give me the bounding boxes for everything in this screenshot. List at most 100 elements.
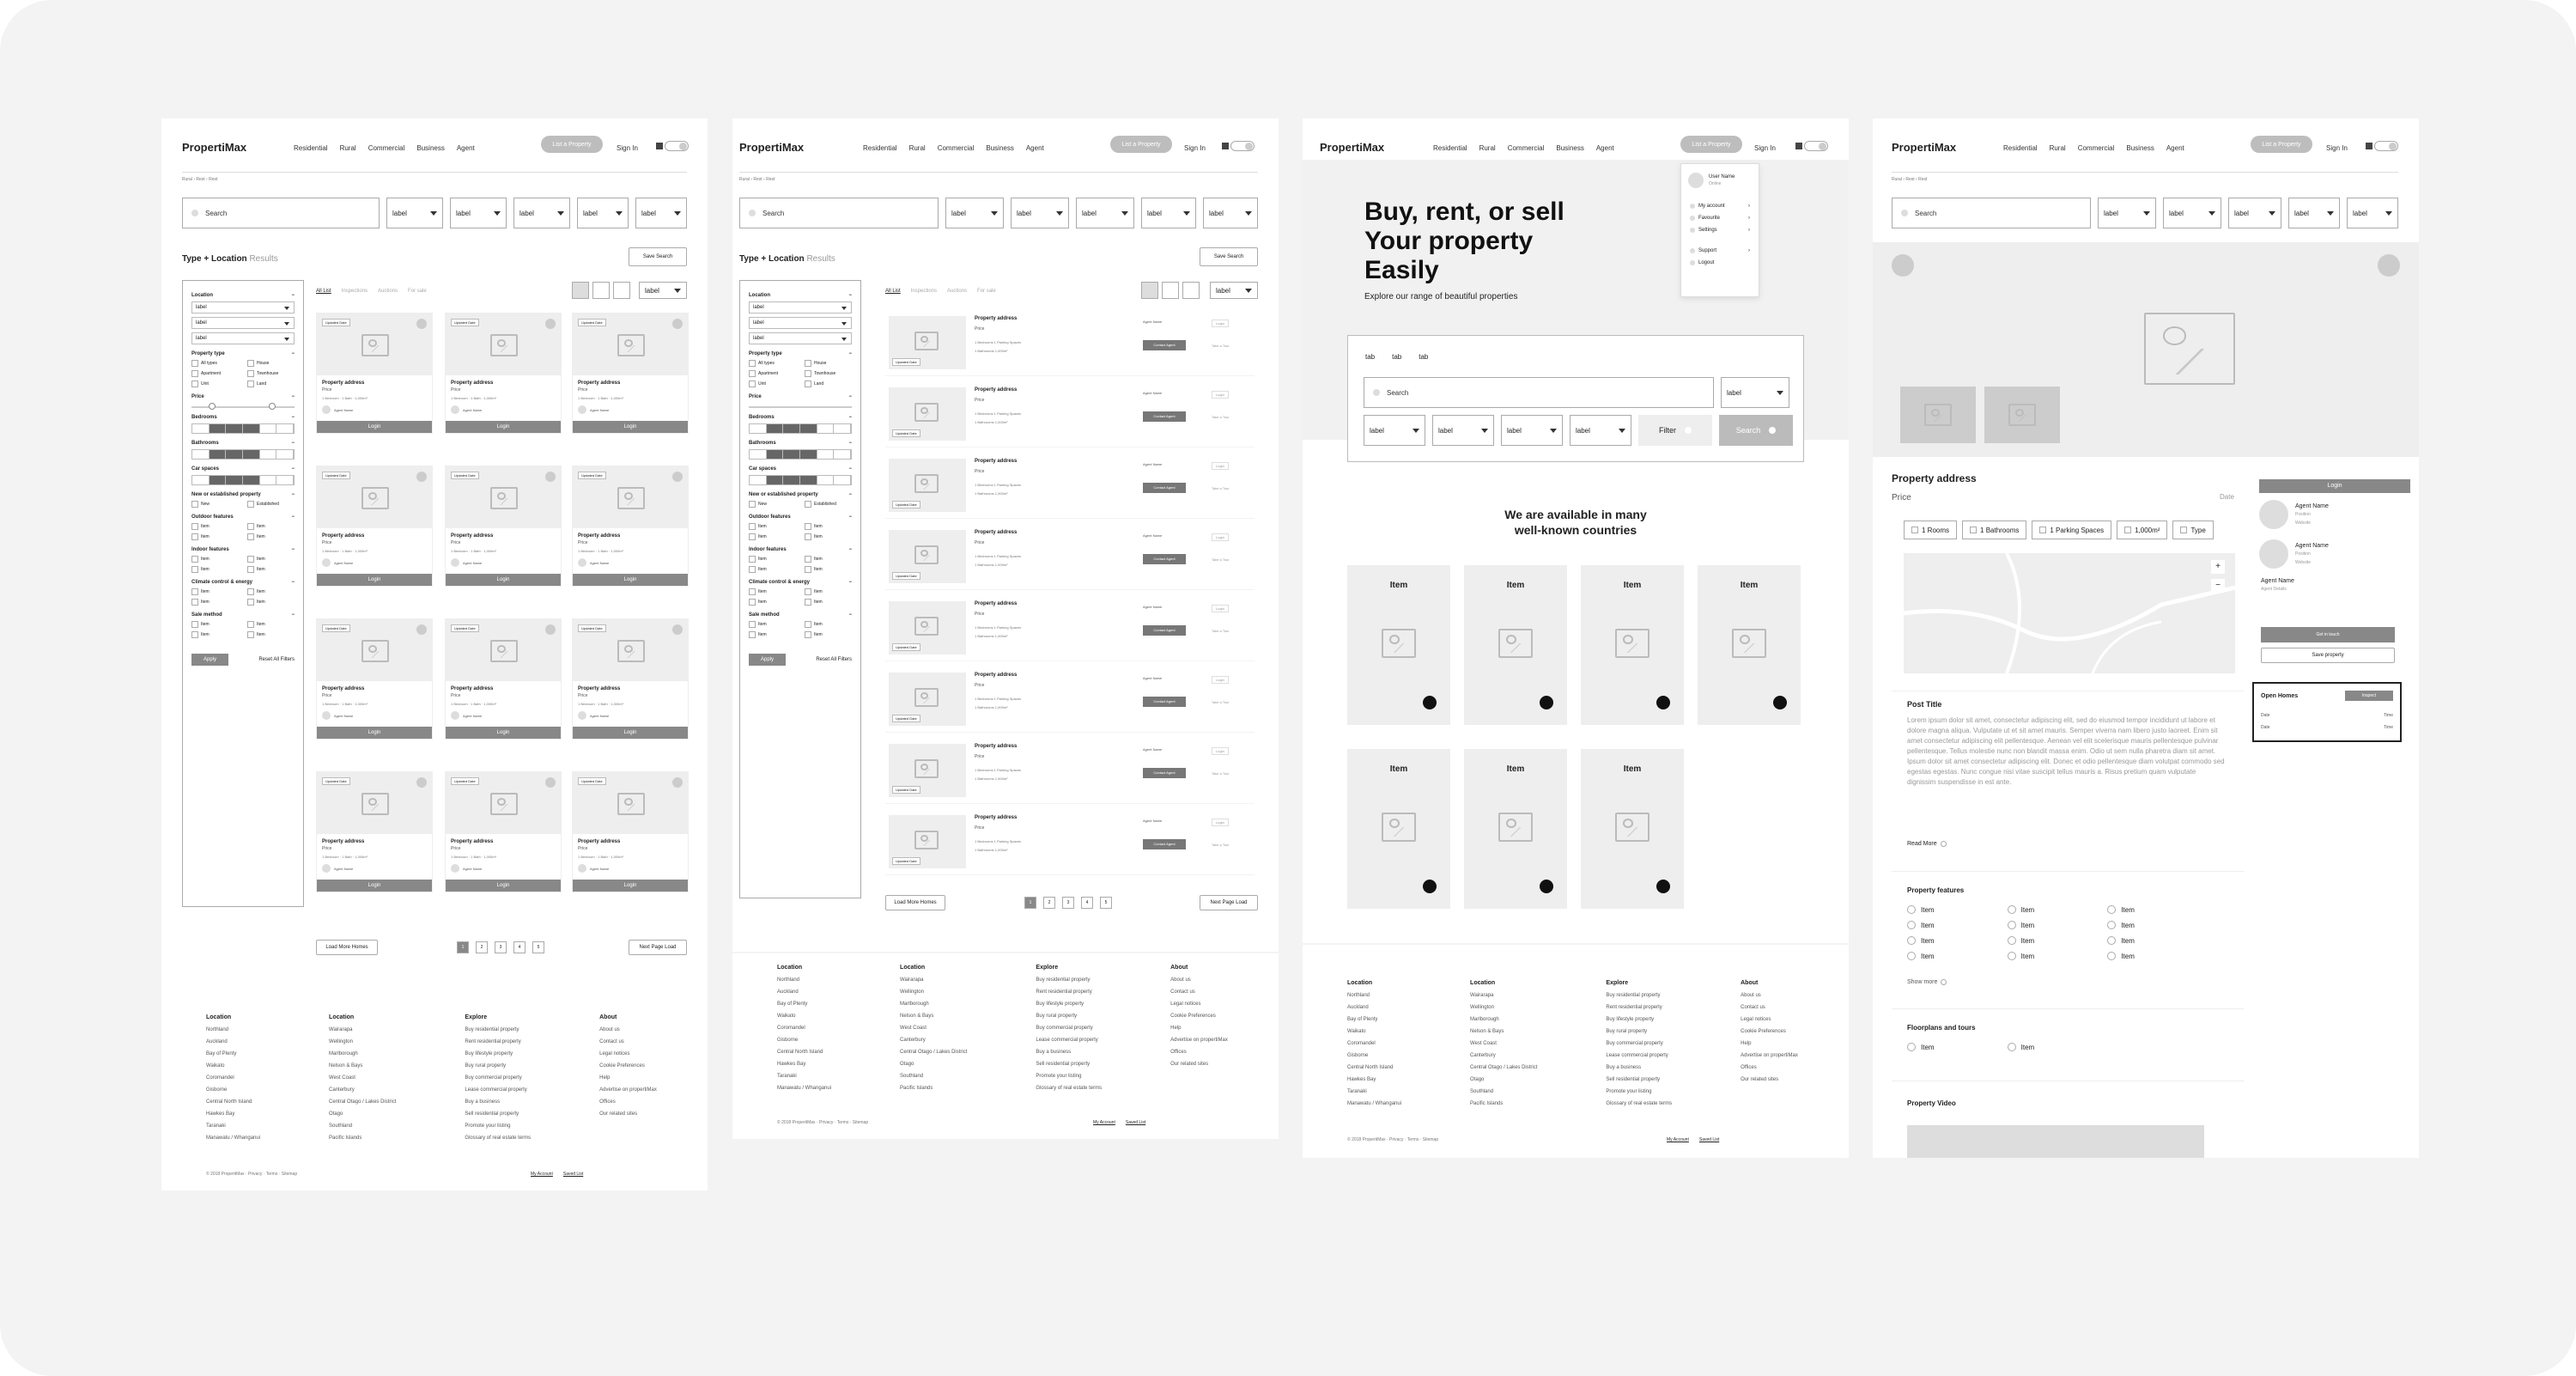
checkbox-item[interactable]: Item bbox=[247, 599, 295, 606]
list-view-icon[interactable] bbox=[592, 282, 610, 299]
filter-dropdown-3[interactable]: label bbox=[2228, 198, 2281, 228]
slider-handle-max[interactable] bbox=[269, 403, 276, 410]
page-4[interactable]: 4 bbox=[513, 941, 526, 953]
apply-button[interactable]: Apply bbox=[191, 654, 229, 666]
checkbox-all-types[interactable]: All types bbox=[191, 360, 239, 367]
take-tour-link[interactable]: Take a Tour bbox=[1212, 843, 1230, 847]
footer-link[interactable]: Gisborne bbox=[206, 1084, 260, 1096]
footer-link[interactable]: Advertise on propertiMax bbox=[599, 1084, 657, 1096]
page-1[interactable]: 1 bbox=[457, 941, 469, 953]
property-card[interactable]: Updated Date Property address Price 1 Bedro… bbox=[316, 618, 433, 740]
footer-link[interactable]: Buy a business bbox=[465, 1096, 531, 1108]
minus-icon[interactable]: − bbox=[291, 492, 295, 497]
my-account-link[interactable]: My Account bbox=[1667, 1137, 1689, 1142]
reset-filters-link[interactable]: Reset All Filters bbox=[816, 657, 852, 662]
nav-agent[interactable]: Agent bbox=[457, 144, 475, 152]
tab-for-sale[interactable]: For sale bbox=[408, 289, 427, 294]
zoom-out-icon[interactable]: − bbox=[2211, 579, 2225, 593]
favourite-icon[interactable] bbox=[416, 624, 427, 635]
minus-icon[interactable]: − bbox=[848, 612, 852, 618]
footer-link[interactable]: Advertise on propertiMax bbox=[1741, 1050, 1798, 1062]
checkbox-established[interactable]: Established bbox=[247, 501, 295, 508]
footer-link[interactable]: Our related sites bbox=[1741, 1074, 1798, 1086]
country-tile[interactable]: Item bbox=[1581, 565, 1684, 725]
checkbox-item[interactable]: Item bbox=[805, 599, 852, 606]
footer-link[interactable]: Buy a business bbox=[1036, 1046, 1102, 1058]
list-item[interactable]: Updated Date Property address Price 1 Bedro… bbox=[885, 666, 1255, 733]
list-login-button[interactable]: Login bbox=[1212, 676, 1229, 684]
favourite-icon[interactable] bbox=[672, 319, 683, 329]
nav-rural[interactable]: Rural bbox=[2050, 144, 2066, 152]
tab-auctions[interactable]: Auctions bbox=[378, 289, 398, 294]
footer-link[interactable]: Southland bbox=[900, 1070, 967, 1082]
footer-link[interactable]: Cookie Preferences bbox=[1170, 1010, 1228, 1022]
footer-link[interactable]: Waikato bbox=[206, 1060, 260, 1072]
contact-agent-button[interactable]: Contact Agent bbox=[1143, 625, 1186, 636]
list-login-button[interactable]: Login bbox=[1212, 819, 1229, 826]
filter-dropdown-1[interactable]: label bbox=[2098, 198, 2156, 228]
checkbox-item[interactable]: Item bbox=[749, 621, 796, 628]
nav-agent[interactable]: Agent bbox=[2166, 144, 2184, 152]
footer-link[interactable]: Pacific Islands bbox=[329, 1132, 396, 1144]
checkbox-item[interactable]: Item bbox=[749, 588, 796, 595]
take-tour-link[interactable]: Take a Tour bbox=[1212, 700, 1230, 704]
contact-agent-button[interactable]: Contact Agent bbox=[1143, 697, 1186, 707]
location-select-1[interactable]: label bbox=[191, 301, 295, 314]
tab-1[interactable]: tab bbox=[1365, 353, 1375, 361]
footer-link[interactable]: Central Otago / Lakes District bbox=[1470, 1062, 1537, 1074]
contact-agent-button[interactable]: Contact Agent bbox=[1143, 411, 1186, 422]
minus-icon[interactable]: − bbox=[848, 492, 852, 497]
country-tile[interactable]: Item bbox=[1347, 749, 1450, 909]
filter-dropdown-2[interactable]: label bbox=[450, 198, 507, 228]
contact-agent-button[interactable]: Contact Agent bbox=[1143, 554, 1186, 564]
location-map[interactable]: + − bbox=[1904, 553, 2235, 673]
footer-link[interactable]: Contact us bbox=[1741, 1002, 1798, 1014]
checkbox-established[interactable]: Established bbox=[805, 501, 852, 508]
favourite-icon[interactable] bbox=[416, 777, 427, 788]
sort-dropdown[interactable]: label bbox=[1210, 282, 1258, 299]
footer-link[interactable]: Taranaki bbox=[206, 1120, 260, 1132]
nav-commercial[interactable]: Commercial bbox=[1508, 144, 1545, 152]
card-login-button[interactable]: Login bbox=[446, 727, 561, 739]
footer-link[interactable]: Nelson & Bays bbox=[900, 1010, 967, 1022]
footer-link[interactable]: Rent residential property bbox=[1606, 1002, 1672, 1014]
checkbox-item[interactable]: Item bbox=[191, 599, 239, 606]
list-login-button[interactable]: Login bbox=[1212, 747, 1229, 755]
footer-link[interactable]: Promote your listing bbox=[1036, 1070, 1102, 1082]
sign-in-link[interactable]: Sign In bbox=[2326, 144, 2348, 152]
checkbox-unit[interactable]: Unit bbox=[749, 381, 796, 387]
footer-link[interactable]: Buy rural property bbox=[1036, 1010, 1102, 1022]
footer-link[interactable]: Buy residential property bbox=[1606, 989, 1672, 1002]
minus-icon[interactable]: − bbox=[291, 547, 295, 552]
checkbox-item[interactable]: Item bbox=[191, 621, 239, 628]
footer-link[interactable]: Marlborough bbox=[1470, 1014, 1537, 1026]
footer-link[interactable]: Central North Island bbox=[777, 1046, 831, 1058]
list-item[interactable]: Updated Date Property address Price 1 Bedro… bbox=[885, 309, 1255, 376]
footer-link[interactable]: Wairarapa bbox=[329, 1024, 396, 1036]
location-select-3[interactable]: label bbox=[749, 332, 852, 344]
take-tour-link[interactable]: Take a Tour bbox=[1212, 629, 1230, 633]
card-login-button[interactable]: Login bbox=[573, 727, 688, 739]
favourite-icon[interactable] bbox=[545, 777, 556, 788]
list-login-button[interactable]: Login bbox=[1212, 605, 1229, 612]
card-login-button[interactable]: Login bbox=[573, 421, 688, 433]
sign-in-link[interactable]: Sign In bbox=[1184, 144, 1206, 152]
home-dropdown[interactable]: label bbox=[1721, 377, 1789, 408]
sort-dropdown[interactable]: label bbox=[639, 282, 687, 299]
filter-dropdown-4[interactable]: label bbox=[1141, 198, 1196, 228]
checkbox-item[interactable]: Item bbox=[191, 631, 239, 638]
list-login-button[interactable]: Login bbox=[1212, 462, 1229, 470]
car-spaces-selector[interactable] bbox=[749, 475, 852, 485]
page-4[interactable]: 4 bbox=[1081, 897, 1093, 909]
footer-link[interactable]: Legal notices bbox=[1741, 1014, 1798, 1026]
favourite-icon[interactable] bbox=[545, 472, 556, 482]
home-filter-1[interactable]: label bbox=[1364, 415, 1425, 446]
property-card[interactable]: Updated Date Property address Price 1 Bedro… bbox=[316, 313, 433, 434]
card-login-button[interactable]: Login bbox=[446, 880, 561, 892]
checkbox-item[interactable]: Item bbox=[805, 556, 852, 563]
footer-link[interactable]: Legal notices bbox=[599, 1048, 657, 1060]
footer-link[interactable]: Sell residential property bbox=[465, 1108, 531, 1120]
country-tile[interactable]: Item bbox=[1347, 565, 1450, 725]
card-login-button[interactable]: Login bbox=[573, 880, 688, 892]
list-property-button[interactable]: List a Property bbox=[1680, 136, 1742, 153]
